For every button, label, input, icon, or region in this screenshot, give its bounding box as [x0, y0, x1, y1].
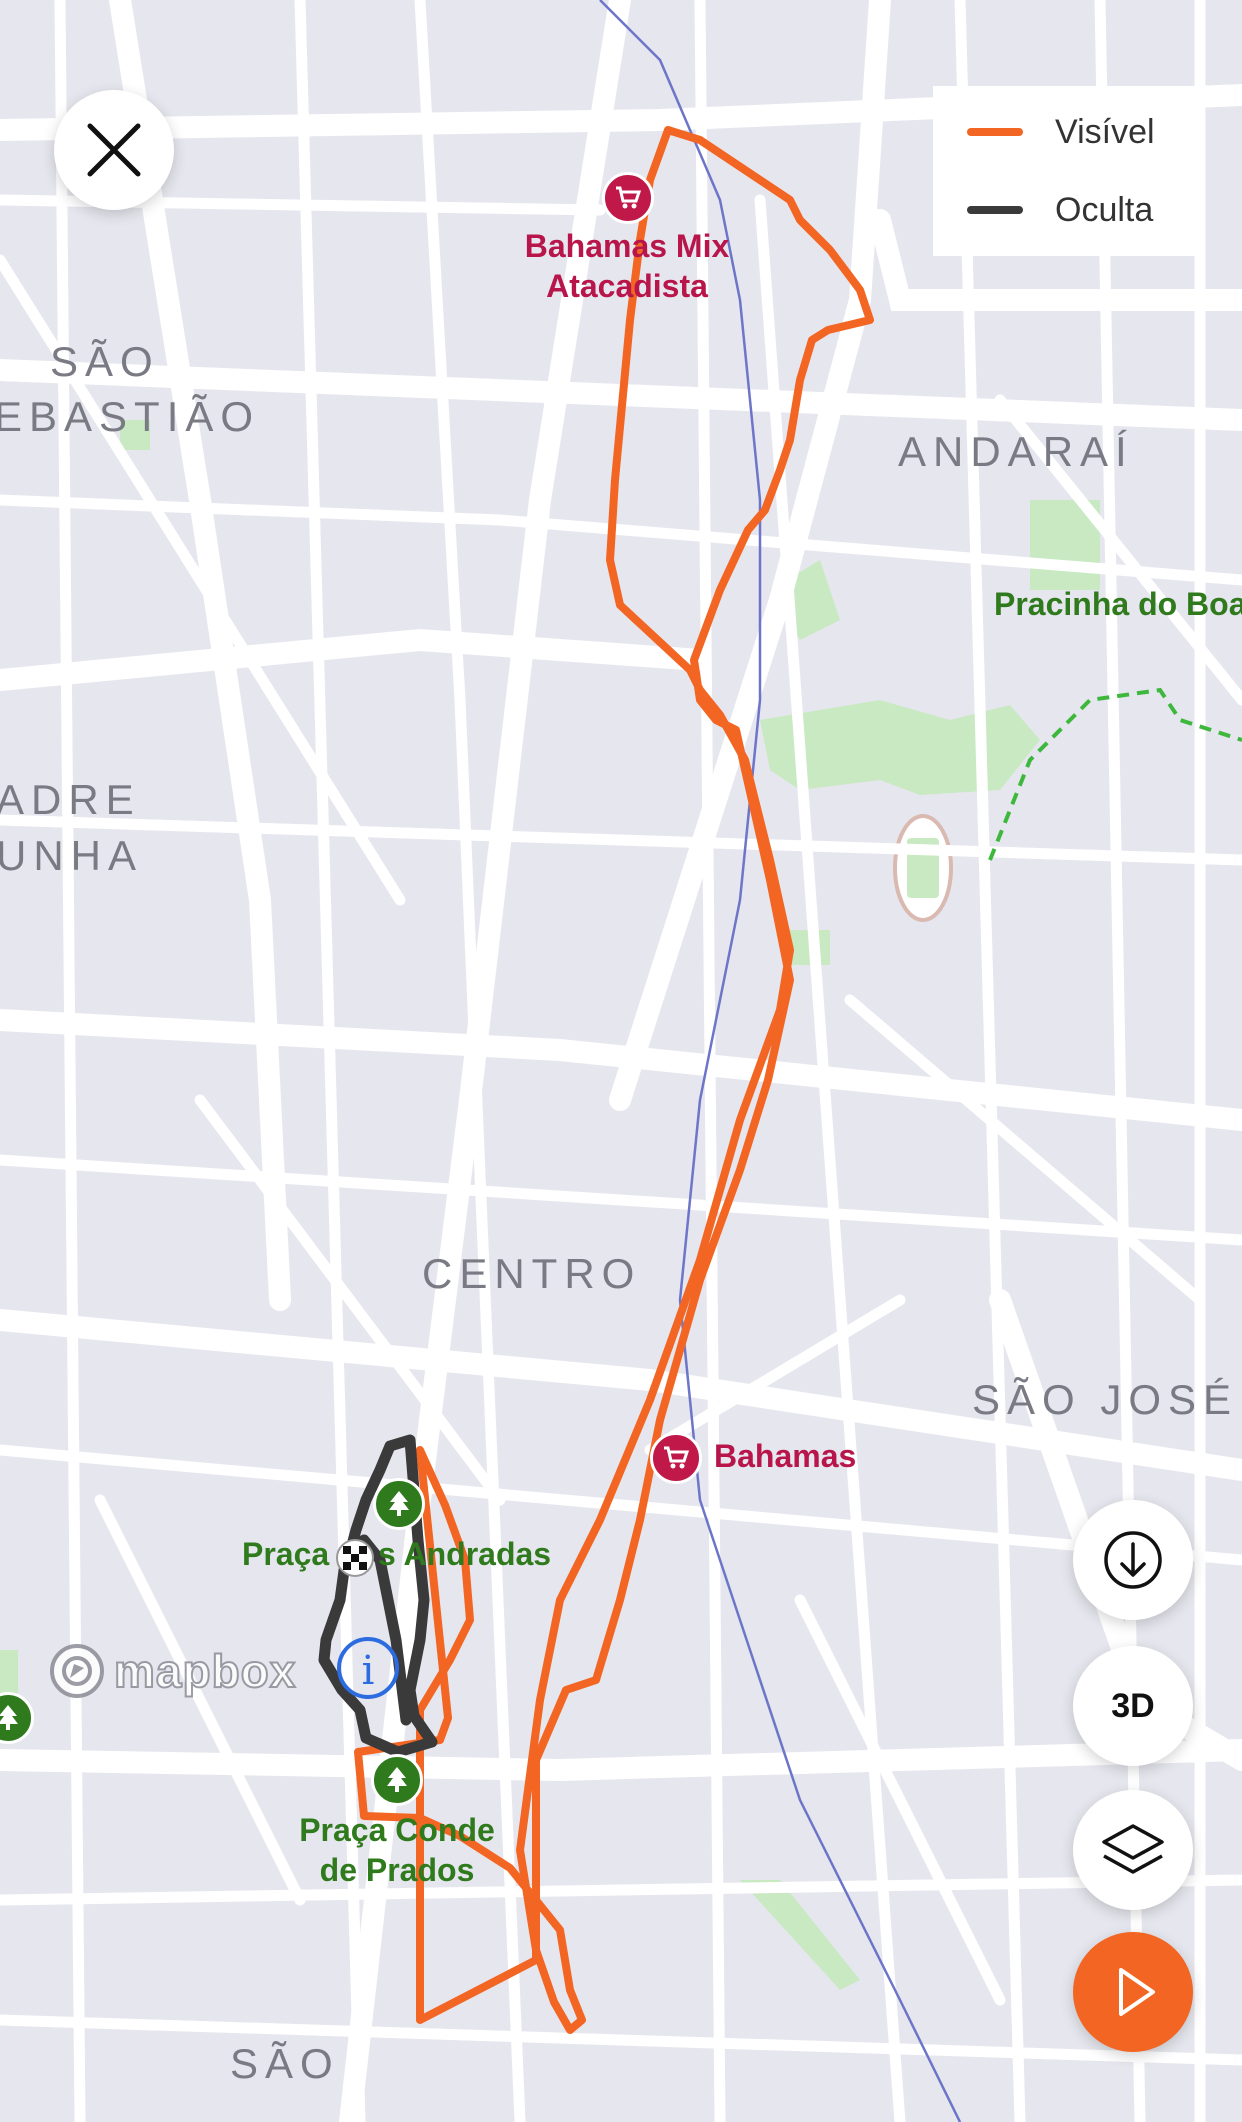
- play-button[interactable]: [1073, 1932, 1193, 2052]
- legend-item-hidden: Oculta: [967, 190, 1153, 230]
- stadium: [893, 814, 953, 922]
- 3d-label: 3D: [1111, 1686, 1155, 1725]
- 3d-button[interactable]: 3D: [1073, 1646, 1193, 1766]
- legend-swatch-visible: [967, 128, 1023, 136]
- district-label: ANDARAÍ: [898, 428, 1134, 475]
- tree-pin-icon[interactable]: [371, 1754, 423, 1806]
- route-legend: Visível Oculta: [933, 86, 1195, 256]
- layers-button[interactable]: [1073, 1790, 1193, 1910]
- district-label: ADRE: [0, 776, 141, 823]
- district-label: SÃO: [50, 338, 160, 385]
- legend-label: Oculta: [1055, 190, 1154, 229]
- poi-label: Pracinha do Boa: [994, 586, 1242, 622]
- mapbox-icon: [50, 1644, 104, 1698]
- poi-label-line: de Prados: [319, 1852, 475, 1888]
- poi-label-line: Praça Conde: [299, 1812, 495, 1848]
- poi-label: Bahamas Mix Atacadista: [512, 226, 742, 306]
- finish-flag-icon: [336, 1539, 374, 1577]
- map-view[interactable]: i SÃO EBASTIÃO ANDARAÍ ADRE UNHA CENTRO …: [0, 0, 1242, 2122]
- tree-pin-icon[interactable]: [373, 1478, 425, 1530]
- shop-pin-icon[interactable]: [650, 1432, 702, 1484]
- mapbox-wordmark: mapbox: [113, 1644, 297, 1698]
- svg-text:i: i: [362, 1648, 375, 1694]
- download-button[interactable]: [1073, 1500, 1193, 1620]
- poi-label-line: Bahamas Mix: [524, 228, 730, 264]
- district-label: CENTRO: [422, 1250, 642, 1297]
- district-label: SÃO: [230, 2040, 340, 2087]
- close-icon: [87, 123, 141, 177]
- poi-label: Praça: [242, 1536, 330, 1572]
- poi-label: Praça Conde de Prados: [292, 1810, 502, 1890]
- layers-icon: [1102, 1824, 1164, 1874]
- legend-item-visible: Visível: [967, 112, 1155, 152]
- play-icon: [1119, 1968, 1155, 2016]
- district-label: UNHA: [0, 832, 144, 879]
- legend-label: Visível: [1055, 112, 1155, 151]
- download-icon: [1104, 1531, 1162, 1589]
- map-canvas[interactable]: i: [0, 0, 1242, 2122]
- mapbox-logo[interactable]: mapbox: [48, 1642, 296, 1700]
- poi-label: Bahamas: [714, 1438, 857, 1474]
- legend-swatch-hidden: [967, 206, 1023, 214]
- poi-label: s Andradas: [378, 1536, 552, 1572]
- close-button[interactable]: [54, 90, 174, 210]
- district-label: SÃO JOSÉ: [972, 1376, 1239, 1423]
- poi-label-line: Atacadista: [546, 268, 708, 304]
- district-label: EBASTIÃO: [0, 393, 261, 440]
- shop-pin-icon[interactable]: [602, 172, 654, 224]
